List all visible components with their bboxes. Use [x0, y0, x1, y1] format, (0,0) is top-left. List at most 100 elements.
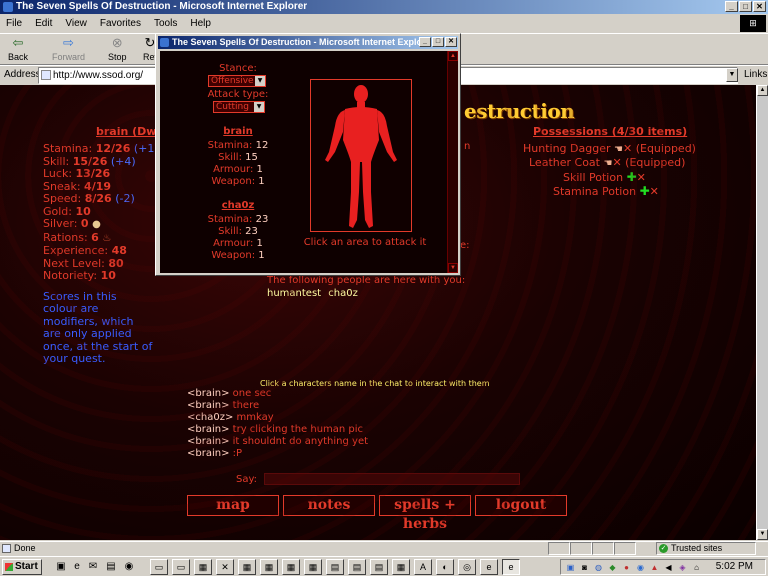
- taskbar-app-button[interactable]: ▤: [370, 559, 388, 575]
- person-humantest[interactable]: humantest: [267, 288, 321, 299]
- taskbar-folder-button[interactable]: ▭: [172, 559, 190, 575]
- chat-nick[interactable]: <brain>: [187, 436, 229, 447]
- target-torso[interactable]: [343, 107, 379, 162]
- use-plus-icon[interactable]: ✚: [640, 184, 650, 198]
- target-left-leg[interactable]: [349, 162, 360, 228]
- menu-tools[interactable]: Tools: [154, 18, 177, 29]
- target-right-arm[interactable]: [377, 110, 397, 162]
- taskbar-app-button[interactable]: ▦: [304, 559, 322, 575]
- start-button[interactable]: Start: [2, 559, 42, 575]
- messenger-tray-icon[interactable]: ◍: [593, 562, 604, 573]
- display-tray-icon[interactable]: ◙: [579, 562, 590, 573]
- volume-tray-icon[interactable]: ◀: [663, 562, 674, 573]
- update-tray-icon[interactable]: ◉: [635, 562, 646, 573]
- security-zone[interactable]: ✓ Trusted sites: [656, 542, 756, 555]
- person-cha0z[interactable]: cha0z: [328, 288, 358, 299]
- notes-button[interactable]: notes: [283, 495, 375, 516]
- chat-nick[interactable]: <brain>: [187, 448, 229, 459]
- human-body-target[interactable]: [310, 79, 412, 232]
- drop-x-icon[interactable]: ✕: [650, 185, 659, 198]
- minimize-button[interactable]: _: [725, 1, 738, 12]
- human-figure-icon[interactable]: [311, 80, 411, 231]
- taskbar-app-button[interactable]: e: [480, 559, 498, 575]
- taskbar-app-button[interactable]: ▦: [392, 559, 410, 575]
- spells-herbs-button[interactable]: spells + herbs: [379, 495, 471, 532]
- forward-button[interactable]: ⇨ Forward: [52, 36, 85, 63]
- ration-icon[interactable]: ♨: [102, 233, 111, 244]
- links-button[interactable]: Links: [744, 69, 767, 80]
- taskbar-app-button[interactable]: ▦: [282, 559, 300, 575]
- popup-title-bar[interactable]: The Seven Spells Of Destruction - Micros…: [158, 36, 458, 49]
- ie-quicklaunch-icon[interactable]: e: [70, 560, 84, 574]
- scroll-down-button[interactable]: ▼: [757, 529, 768, 540]
- page-scrollbar[interactable]: ▲ ▼: [756, 85, 768, 540]
- taskbar-app-button[interactable]: ▦: [194, 559, 212, 575]
- target-head[interactable]: [354, 85, 368, 103]
- popup-scroll-up-button[interactable]: ▲: [448, 51, 458, 61]
- taskbar-app-button[interactable]: ▤: [348, 559, 366, 575]
- folder-quicklaunch-icon[interactable]: ▤: [104, 560, 118, 574]
- popup-minimize-button[interactable]: _: [419, 37, 431, 47]
- taskbar-folder-button[interactable]: ▭: [150, 559, 168, 575]
- page-icon: [41, 70, 51, 80]
- enemy-name[interactable]: cha0z: [198, 200, 278, 211]
- drop-x-icon[interactable]: ✕: [612, 156, 621, 169]
- taskbar-app-button[interactable]: ▦: [238, 559, 256, 575]
- stance-label: Stance:: [219, 63, 257, 74]
- taskbar-app-button[interactable]: A: [414, 559, 432, 575]
- popup-scrollbar[interactable]: ▲ ▼: [447, 51, 458, 273]
- alert-tray-icon[interactable]: ▲: [649, 562, 660, 573]
- drop-x-icon[interactable]: ✕: [623, 142, 632, 155]
- use-plus-icon[interactable]: ✚: [627, 170, 637, 184]
- stop-button[interactable]: ⊗ Stop: [108, 36, 127, 63]
- target-right-leg[interactable]: [362, 162, 373, 228]
- player-name[interactable]: brain: [198, 126, 278, 137]
- close-button[interactable]: ✕: [753, 1, 766, 12]
- menu-help[interactable]: Help: [190, 18, 211, 29]
- use-hand-icon[interactable]: ☚: [614, 144, 623, 155]
- outlook-quicklaunch-icon[interactable]: ✉: [86, 560, 100, 574]
- back-button[interactable]: ⇦ Back: [8, 36, 28, 63]
- chat-nick[interactable]: <brain>: [187, 424, 229, 435]
- scroll-up-button[interactable]: ▲: [757, 85, 768, 96]
- menu-edit[interactable]: Edit: [35, 18, 52, 29]
- taskbar-app-button[interactable]: ▦: [260, 559, 278, 575]
- stance-select[interactable]: Offensive ▼: [208, 75, 266, 87]
- title-bar[interactable]: The Seven Spells Of Destruction - Micros…: [0, 0, 768, 14]
- taskbar-app-button[interactable]: ▤: [326, 559, 344, 575]
- menu-file[interactable]: File: [6, 18, 22, 29]
- possessions-title[interactable]: Possessions (4/30 items): [533, 125, 687, 138]
- trusted-check-icon: ✓: [659, 544, 668, 553]
- antivirus-tray-icon[interactable]: ●: [621, 562, 632, 573]
- address-dropdown-button[interactable]: ▼: [726, 68, 738, 82]
- popup-scroll-down-button[interactable]: ▼: [448, 263, 458, 273]
- chat-nick[interactable]: <brain>: [187, 400, 229, 411]
- taskbar-app-button[interactable]: ◐: [436, 559, 454, 575]
- popup-maximize-button[interactable]: □: [432, 37, 444, 47]
- popup-close-button[interactable]: ✕: [445, 37, 457, 47]
- logout-button[interactable]: logout: [475, 495, 567, 516]
- attack-hint: Click an area to attack it: [303, 237, 427, 248]
- target-left-arm[interactable]: [325, 110, 345, 162]
- show-desktop-icon[interactable]: ▣: [54, 560, 68, 574]
- menu-favorites[interactable]: Favorites: [100, 18, 141, 29]
- silver-coin-icon[interactable]: ●: [92, 219, 101, 230]
- security-tray-icon[interactable]: ◆: [607, 562, 618, 573]
- attack-type-select[interactable]: Cutting ▼: [213, 101, 265, 113]
- app-tray-icon[interactable]: ◈: [677, 562, 688, 573]
- chat-nick[interactable]: <brain>: [187, 388, 229, 399]
- media-quicklaunch-icon[interactable]: ◉: [122, 560, 136, 574]
- usb-tray-icon[interactable]: ⌂: [691, 562, 702, 573]
- taskbar-ie-button-active[interactable]: e: [502, 559, 520, 575]
- taskbar-app-button[interactable]: ✕: [216, 559, 234, 575]
- network-tray-icon[interactable]: ▣: [565, 562, 576, 573]
- say-input[interactable]: [264, 473, 520, 485]
- chat-nick[interactable]: <cha0z>: [187, 412, 233, 423]
- character-name-link[interactable]: brain (Dwa: [96, 125, 164, 138]
- taskbar-app-button[interactable]: ◎: [458, 559, 476, 575]
- map-button[interactable]: map: [187, 495, 279, 516]
- clock[interactable]: 5:02 PM: [716, 561, 753, 572]
- maximize-button[interactable]: □: [739, 1, 752, 12]
- menu-view[interactable]: View: [65, 18, 87, 29]
- drop-x-icon[interactable]: ✕: [637, 171, 646, 184]
